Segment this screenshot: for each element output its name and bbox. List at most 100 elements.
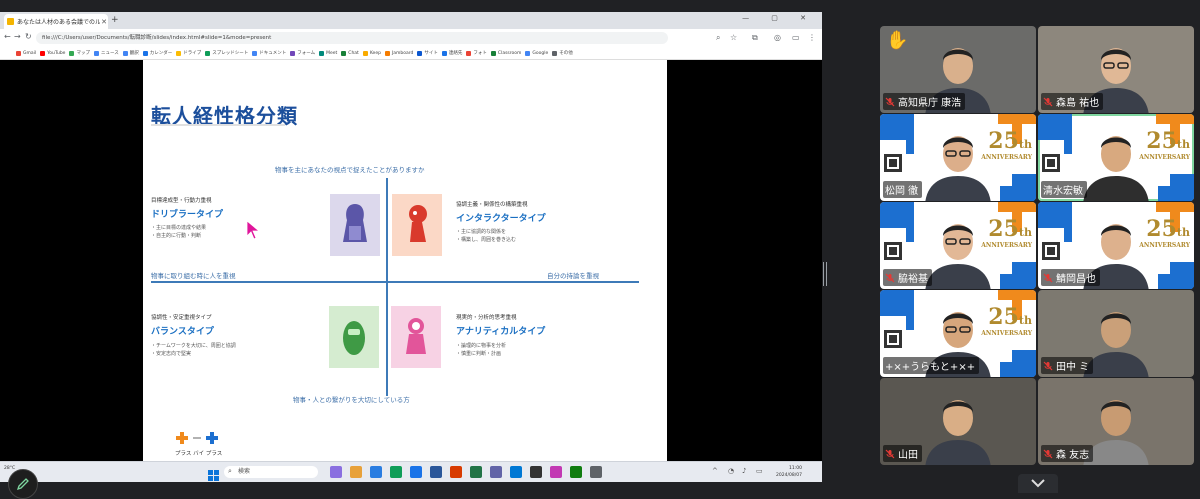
battery-icon[interactable]: ▭ [756,467,763,475]
bookmark-item[interactable]: ニュース [93,50,119,56]
bookmark-item[interactable]: 翻訳 [122,50,139,56]
participant-nametag: 森島 祐也 [1041,93,1104,110]
tray-chevron-icon[interactable]: ^ [712,467,718,475]
participant-tile[interactable]: 25th ANNIVERSARY +×+うらもと+×+ [880,290,1036,377]
media-icon[interactable] [550,466,562,478]
reload-icon[interactable]: ↻ [25,32,32,41]
tab-favicon-icon [7,18,14,25]
participant-name: 山田 [898,450,918,461]
bookmark-item[interactable]: Chat [341,50,359,56]
close-tab-icon[interactable]: ✕ [100,18,108,26]
chevron-down-icon [1031,479,1045,488]
address-bar[interactable]: file:///C:/Users/user/Documents/転職診断/sli… [36,32,668,44]
edge-icon[interactable] [370,466,382,478]
clock[interactable]: 11:00 2024/08/07 [776,465,802,479]
bookmark-item[interactable]: フォーム [290,50,315,56]
bookmark-favicon-icon [362,50,368,56]
extensions-icon[interactable]: ⧉ [752,33,758,43]
participant-tile[interactable]: ✋ 高知県庁 康浩 [880,26,1036,113]
bookmark-item[interactable]: スプレッドシート [205,50,248,56]
quadrant-3-heading: 協調性・安定重視タイプ [151,315,212,321]
copilot-icon[interactable] [330,466,342,478]
bookmark-item[interactable]: サイト [417,50,438,56]
browser-tab[interactable]: あなたは人材のある会議でのルール共有にて... ✕ [4,14,108,29]
bookmark-favicon-icon [142,50,148,56]
volume-icon[interactable]: ♪ [742,467,746,475]
chrome-icon[interactable] [390,466,402,478]
mic-off-icon [885,449,895,458]
bookmark-item[interactable]: Gmail [16,50,36,56]
bookmark-favicon-icon [176,50,182,56]
quadrant-1-type: ドリブラータイプ [151,210,224,220]
bookmark-item[interactable]: Meet [319,50,337,56]
terminal-icon[interactable] [530,466,542,478]
teams-icon[interactable] [490,466,502,478]
xbox-icon[interactable] [570,466,582,478]
participant-tile[interactable]: 25th ANNIVERSARY 松岡 徹 [880,114,1036,201]
profile-icon[interactable]: ◎ [774,33,781,42]
bookmark-item[interactable]: ドキュメント [252,50,286,56]
participant-tile[interactable]: 25th ANNIVERSARY 脇裕基 [880,202,1036,289]
settings-icon[interactable] [590,466,602,478]
participant-nametag: 松岡 徹 [883,181,923,198]
bookmark-item[interactable]: マップ [69,50,90,56]
participant-tile[interactable]: 田中 ミ [1038,290,1194,377]
zoom-icon[interactable]: ⌕ [716,33,720,43]
participant-tile[interactable]: 森 友志 [1038,378,1194,465]
network-icon[interactable]: ◔ [728,467,734,475]
browser-toolbar: ← → ↻ file:///C:/Users/user/Documents/転職… [0,29,822,47]
expand-controls-button[interactable] [1018,474,1058,493]
bookmark-item[interactable]: その他 [552,50,573,56]
bookmark-item[interactable]: Google [525,50,548,56]
star-icon[interactable]: ☆ [730,33,737,42]
taskbar-search[interactable]: 検索 [224,466,318,478]
quadrant-2-card [392,194,442,256]
excel-icon[interactable] [470,466,482,478]
layout-splitter[interactable] [823,262,829,286]
store-icon[interactable] [410,466,422,478]
powerpoint-icon[interactable] [450,466,462,478]
participant-nametag: 清水宏敏 [1041,181,1087,198]
participant-tile[interactable]: 25th ANNIVERSARY 鯖岡昌也 [1038,202,1194,289]
bookmark-item[interactable]: Classroom [490,50,521,56]
participant-tile[interactable]: 25th ANNIVERSARY 清水宏敏 [1038,114,1194,201]
back-icon[interactable]: ← [4,32,11,41]
bookmark-item[interactable]: フォト [466,50,487,56]
browser-tab-bar: あなたは人材のある会議でのルール共有にて... ✕ + — ▢ ✕ [0,12,822,29]
participant-tile[interactable]: 山田 [880,378,1036,465]
bookmark-favicon-icon [16,50,21,56]
participant-name: 松岡 徹 [885,186,919,197]
mic-off-icon [885,273,895,282]
quadrant-1-heading: 目標達成型・行動力重視 [151,198,212,204]
vertical-axis [386,178,388,396]
quadrant-1-desc: ・主に目標の達成や結果 ・自主的に行動・判断 [151,225,207,239]
weather-widget[interactable]: 28°C [4,466,15,471]
split-icon[interactable]: ▭ [792,33,800,42]
quadrant-4-card [391,306,441,368]
outlook-icon[interactable] [510,466,522,478]
mic-off-icon [1043,97,1053,106]
bookmark-item[interactable]: ドライブ [176,50,201,56]
menu-icon[interactable]: ⋮ [808,33,816,42]
bookmark-item[interactable]: カレンダー [142,50,172,56]
bookmark-item[interactable]: 連絡先 [441,50,462,56]
new-tab-button[interactable]: + [111,15,119,25]
bookmark-item[interactable]: Keep [362,50,381,56]
word-icon[interactable] [430,466,442,478]
quadrant-4-type: アナリティカルタイプ [456,327,546,337]
start-icon[interactable] [208,466,219,481]
quadrant-2-desc: ・主に協調的な関係を ・構築し、周囲を巻き込む [456,229,517,243]
forward-icon[interactable]: → [14,32,21,41]
window-controls[interactable]: — ▢ ✕ [742,14,816,22]
bookmark-favicon-icon [384,50,390,56]
bookmark-favicon-icon [441,50,447,56]
participant-tile[interactable]: 森島 祐也 [1038,26,1194,113]
bookmark-item[interactable]: Jamboard [384,50,413,56]
mic-off-icon [885,97,895,106]
folder-icon[interactable] [350,466,362,478]
bookmark-favicon-icon [341,50,347,56]
participant-name: 田中 ミ [1056,362,1090,373]
horizontal-axis [151,281,639,283]
bookmark-item[interactable]: YouTube [40,50,65,56]
annotate-button[interactable] [8,469,38,499]
